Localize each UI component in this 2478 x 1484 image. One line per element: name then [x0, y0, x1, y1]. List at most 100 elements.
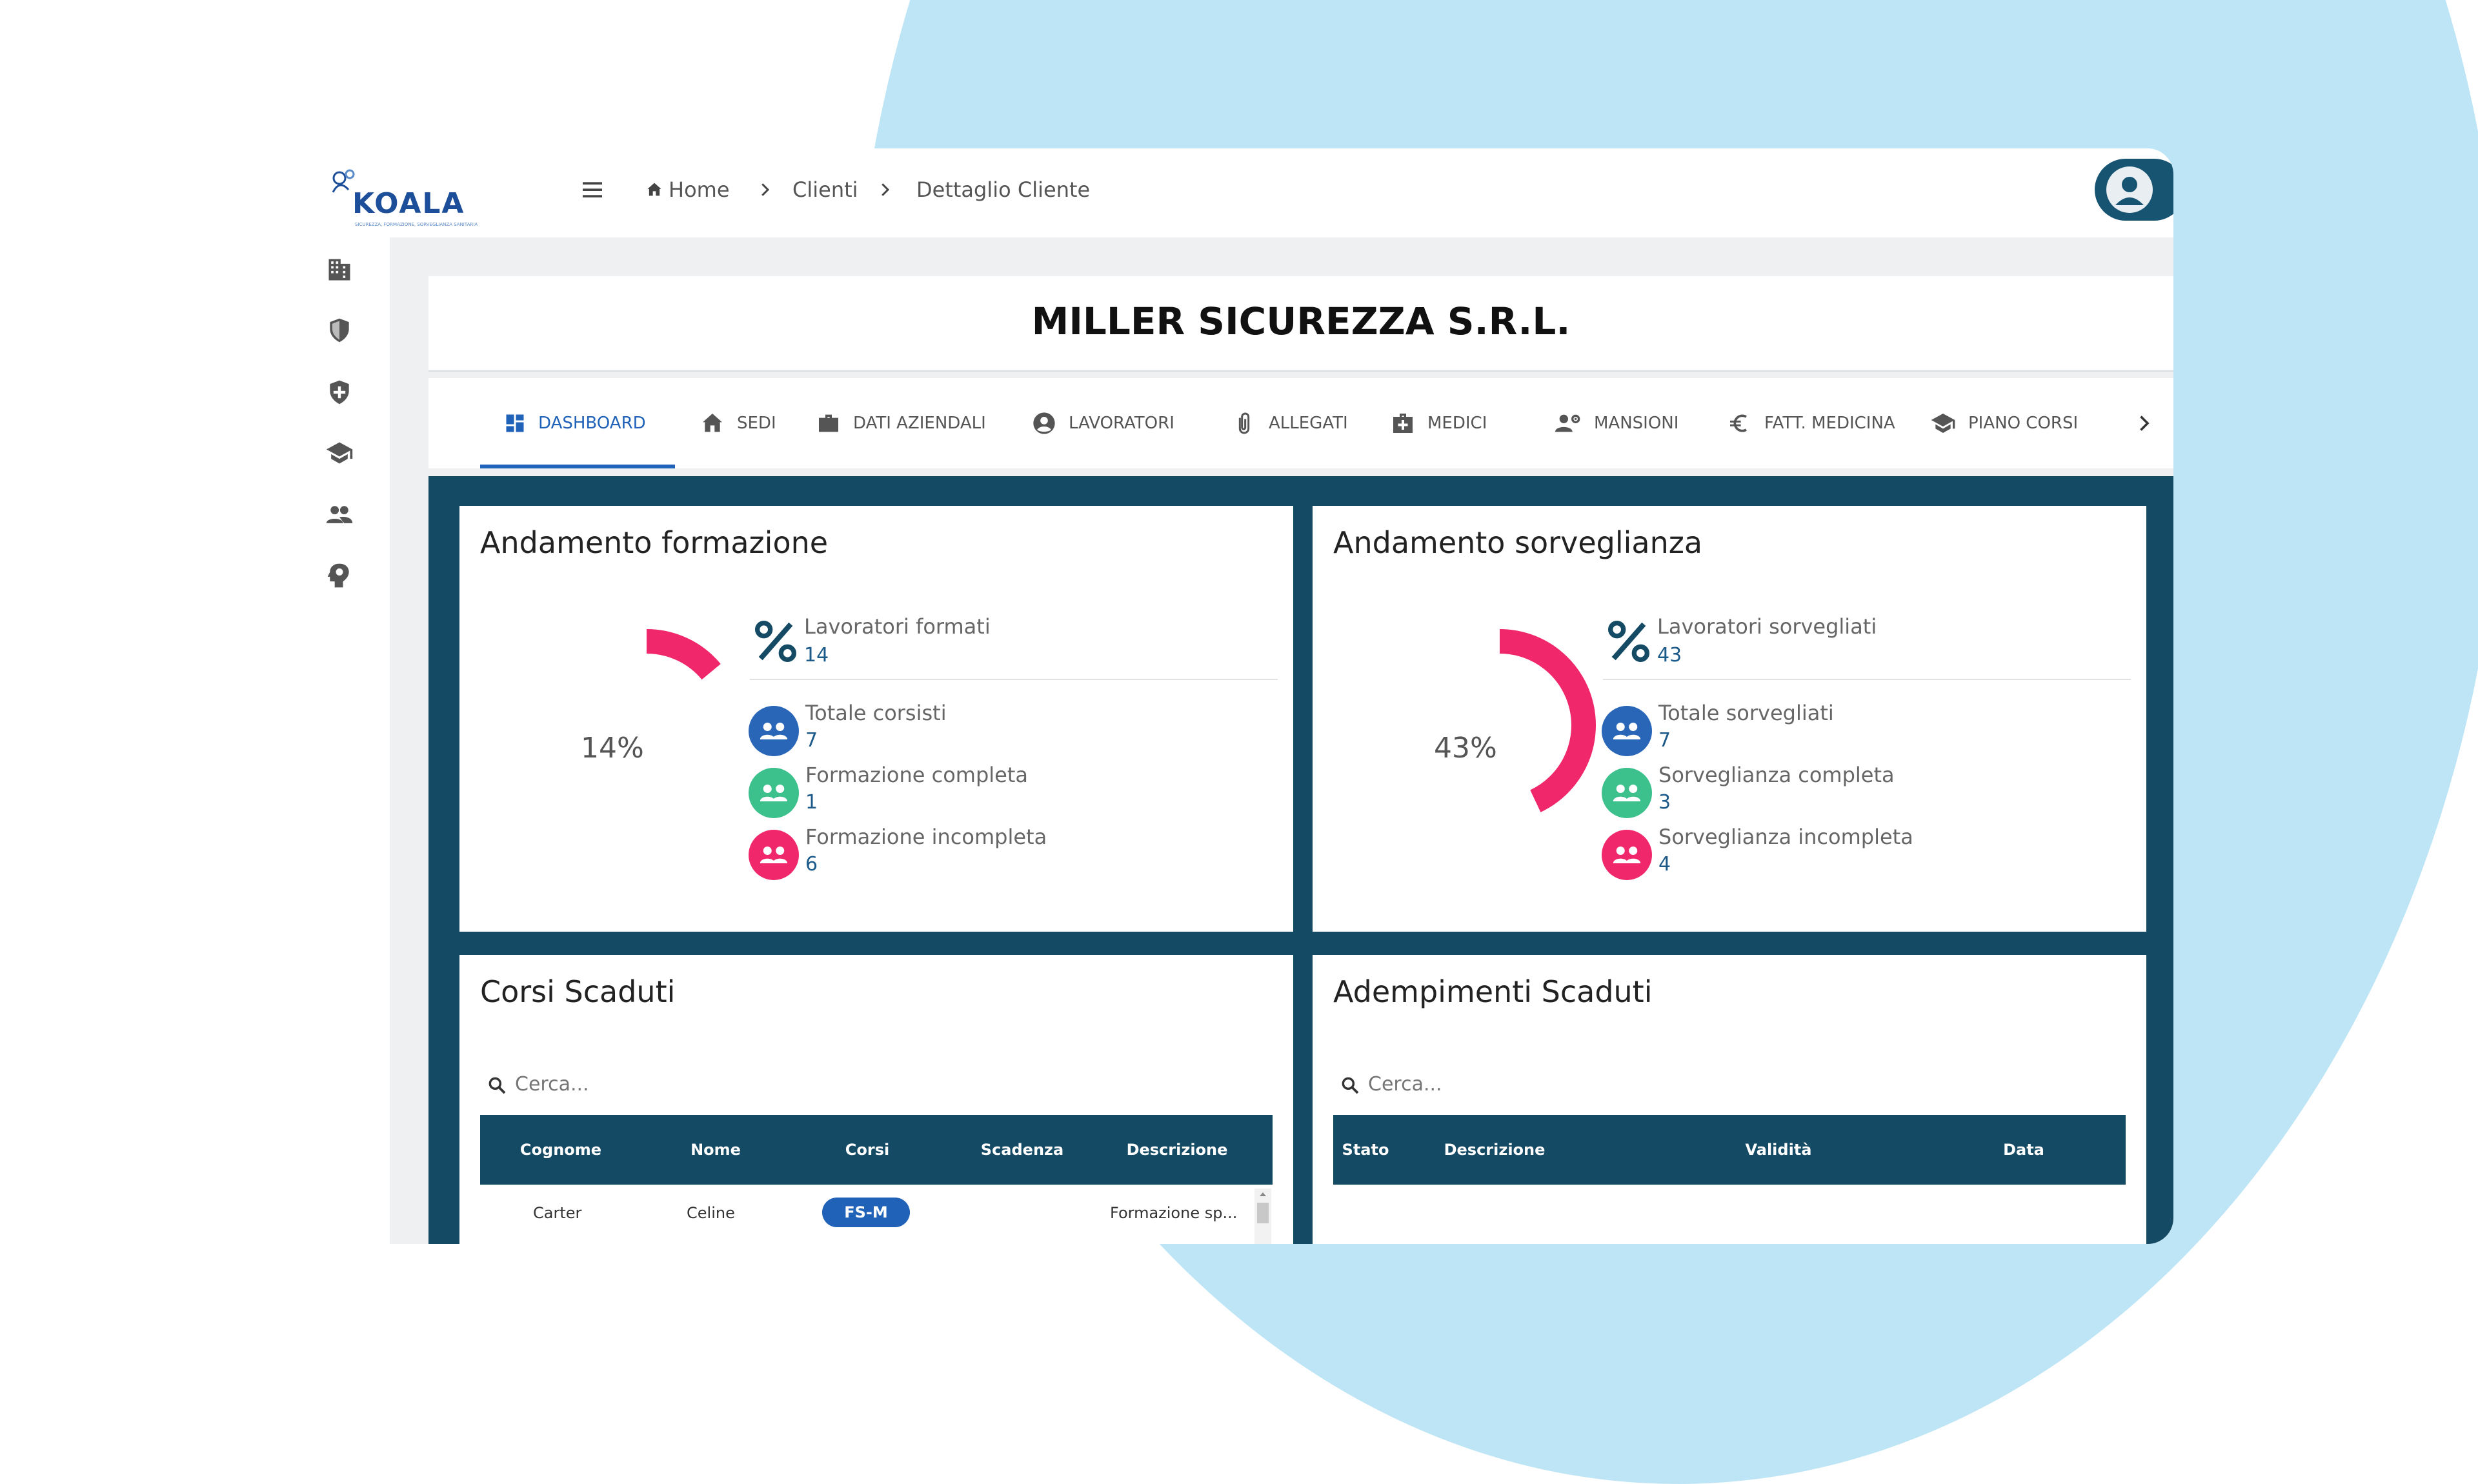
people-icon [1602, 830, 1652, 880]
formazione-percent: 14% [581, 732, 644, 765]
tab-label: FATT. MEDICINA [1764, 414, 1895, 433]
card-title: Andamento formazione [480, 525, 829, 560]
dashboard-icon [506, 414, 524, 432]
tab-label: LAVORATORI [1069, 414, 1174, 433]
card-title: Adempimenti Scaduti [1333, 974, 1653, 1009]
adempimenti-scaduti-card: Adempimenti Scaduti Stato Descrizione Va… [1313, 955, 2146, 1244]
scrollbar-thumb[interactable] [1257, 1203, 1269, 1223]
course-chip[interactable]: FS-M [822, 1198, 910, 1227]
chevron-right-icon[interactable] [2132, 412, 2155, 435]
graduation-cap-icon [1931, 414, 1955, 433]
app-window: KOALA SICUREZZA, FORMAZIONE, SORVEGLIANZ… [319, 148, 2173, 1244]
gauge-arc [646, 629, 721, 680]
stat-label: Formazione completa [805, 763, 1029, 787]
tab-bar: DASHBOARD SEDI DATI AZIENDALI LAVORATORI… [428, 378, 2173, 468]
stat-value: 1 [805, 791, 818, 814]
stat-label: Sorveglianza incompleta [1658, 825, 1913, 849]
sorveglianza-percent: 43% [1434, 732, 1497, 765]
client-name: MILLER SICUREZZA S.R.L. [1031, 299, 1571, 343]
briefcase-icon [819, 414, 838, 432]
scrollbar[interactable] [1254, 1188, 1271, 1244]
formazione-card: Andamento formazione 14% Lavoratori form… [459, 506, 1293, 932]
tab-fatt-medicina[interactable]: FATT. MEDICINA [1727, 378, 1895, 468]
card-title: Andamento sorveglianza [1333, 525, 1703, 560]
tab-dati-aziendali[interactable]: DATI AZIENDALI [816, 378, 986, 468]
person-settings-icon [1555, 414, 1580, 432]
stat-value: 7 [805, 729, 818, 752]
cell-cognome: Carter [533, 1204, 582, 1222]
formazione-gauge [646, 629, 721, 680]
tab-piano-corsi[interactable]: PIANO CORSI [1929, 378, 2078, 468]
client-title-card: MILLER SICUREZZA S.R.L. [428, 276, 2173, 372]
people-icon [749, 830, 799, 880]
column-header[interactable]: Scadenza [945, 1115, 1100, 1185]
column-header[interactable]: Descrizione [1100, 1115, 1254, 1185]
breadcrumb-current-label: Dettaglio Cliente [916, 177, 1091, 202]
breadcrumb-clienti[interactable]: Clienti [792, 175, 858, 204]
search-input[interactable] [1368, 1070, 1691, 1098]
tab-label: PIANO CORSI [1968, 414, 2079, 433]
main-content: MILLER SICUREZZA S.R.L. DASHBOARD SEDI D… [390, 237, 2173, 1244]
tab-medici[interactable]: MEDICI [1390, 378, 1487, 468]
logo-subtitle: SICUREZZA, FORMAZIONE, SORVEGLIANZA SANI… [355, 222, 478, 227]
logo-text: KOALA [352, 187, 465, 220]
column-header[interactable]: Corsi [790, 1115, 945, 1185]
column-header[interactable]: Descrizione [1398, 1115, 1591, 1185]
percent-icon [1608, 621, 1649, 662]
stat-label: Totale sorvegliati [1658, 701, 1834, 725]
shield-icon[interactable] [325, 316, 354, 345]
hamburger-icon[interactable] [579, 177, 605, 203]
chevron-right-icon [881, 183, 890, 196]
stat-value: 7 [1658, 729, 1671, 752]
sorveglianza-gauge [1499, 629, 1596, 812]
stat-label: Formazione incompleta [805, 825, 1047, 849]
stat-label: Sorveglianza completa [1658, 763, 1895, 787]
tab-lavoratori[interactable]: LAVORATORI [1031, 378, 1174, 468]
tab-label: DATI AZIENDALI [853, 414, 986, 433]
table-header: Cognome Nome Corsi Scadenza Descrizione [480, 1115, 1273, 1185]
building-icon[interactable] [325, 256, 354, 284]
home-icon [647, 183, 661, 196]
paperclip-icon [1238, 412, 1250, 434]
cell-nome: Celine [687, 1204, 735, 1222]
tab-sedi[interactable]: SEDI [700, 378, 776, 468]
euro-icon [1730, 414, 1747, 432]
column-header[interactable]: Stato [1333, 1115, 1398, 1185]
tab-mansioni[interactable]: MANSIONI [1554, 378, 1678, 468]
tab-dashboard[interactable]: DASHBOARD [503, 378, 646, 468]
tab-allegati[interactable]: ALLEGATI [1231, 378, 1348, 468]
card-title: Corsi Scaduti [480, 974, 676, 1009]
account-circle-icon[interactable] [2106, 166, 2153, 213]
shield-plus-icon[interactable] [325, 378, 354, 406]
stat-value: 6 [805, 853, 818, 876]
search-input[interactable] [515, 1070, 876, 1098]
people-icon [1602, 706, 1652, 756]
medical-bag-icon [1393, 414, 1413, 433]
column-header[interactable]: Data [1940, 1115, 2108, 1185]
column-header[interactable]: Nome [641, 1115, 790, 1185]
search-icon [1342, 1077, 1359, 1094]
cell-descrizione: Formazione sp... [1110, 1204, 1238, 1222]
search-icon [489, 1077, 506, 1094]
column-header[interactable]: Validità [1695, 1115, 1862, 1185]
dashboard-panel: Andamento formazione 14% Lavoratori form… [428, 476, 2173, 1244]
breadcrumb-home[interactable]: Home [645, 175, 730, 204]
table-header: Stato Descrizione Validità Data [1333, 1115, 2126, 1185]
breadcrumb-current: Dettaglio Cliente [916, 175, 1090, 204]
scroll-up-icon[interactable] [1254, 1188, 1271, 1200]
column-header[interactable]: Cognome [480, 1115, 641, 1185]
head-idea-icon[interactable] [325, 561, 354, 590]
headline-label: Lavoratori sorvegliati [1657, 614, 1877, 639]
account-circle-icon [1033, 412, 1055, 434]
tab-label: MEDICI [1427, 414, 1487, 433]
people-icon[interactable] [325, 501, 354, 529]
koala-logo[interactable]: KOALA SICUREZZA, FORMAZIONE, SORVEGLIANZ… [327, 164, 481, 228]
graduation-cap-icon[interactable] [325, 439, 354, 467]
breadcrumb-home-label: Home [669, 177, 730, 202]
chevron-right-icon [761, 183, 770, 196]
headline-label: Lavoratori formati [804, 614, 991, 639]
percent-icon [755, 621, 796, 662]
headline-value: 14 [804, 644, 829, 667]
headline-value: 43 [1657, 644, 1682, 667]
stat-value: 4 [1658, 853, 1671, 876]
